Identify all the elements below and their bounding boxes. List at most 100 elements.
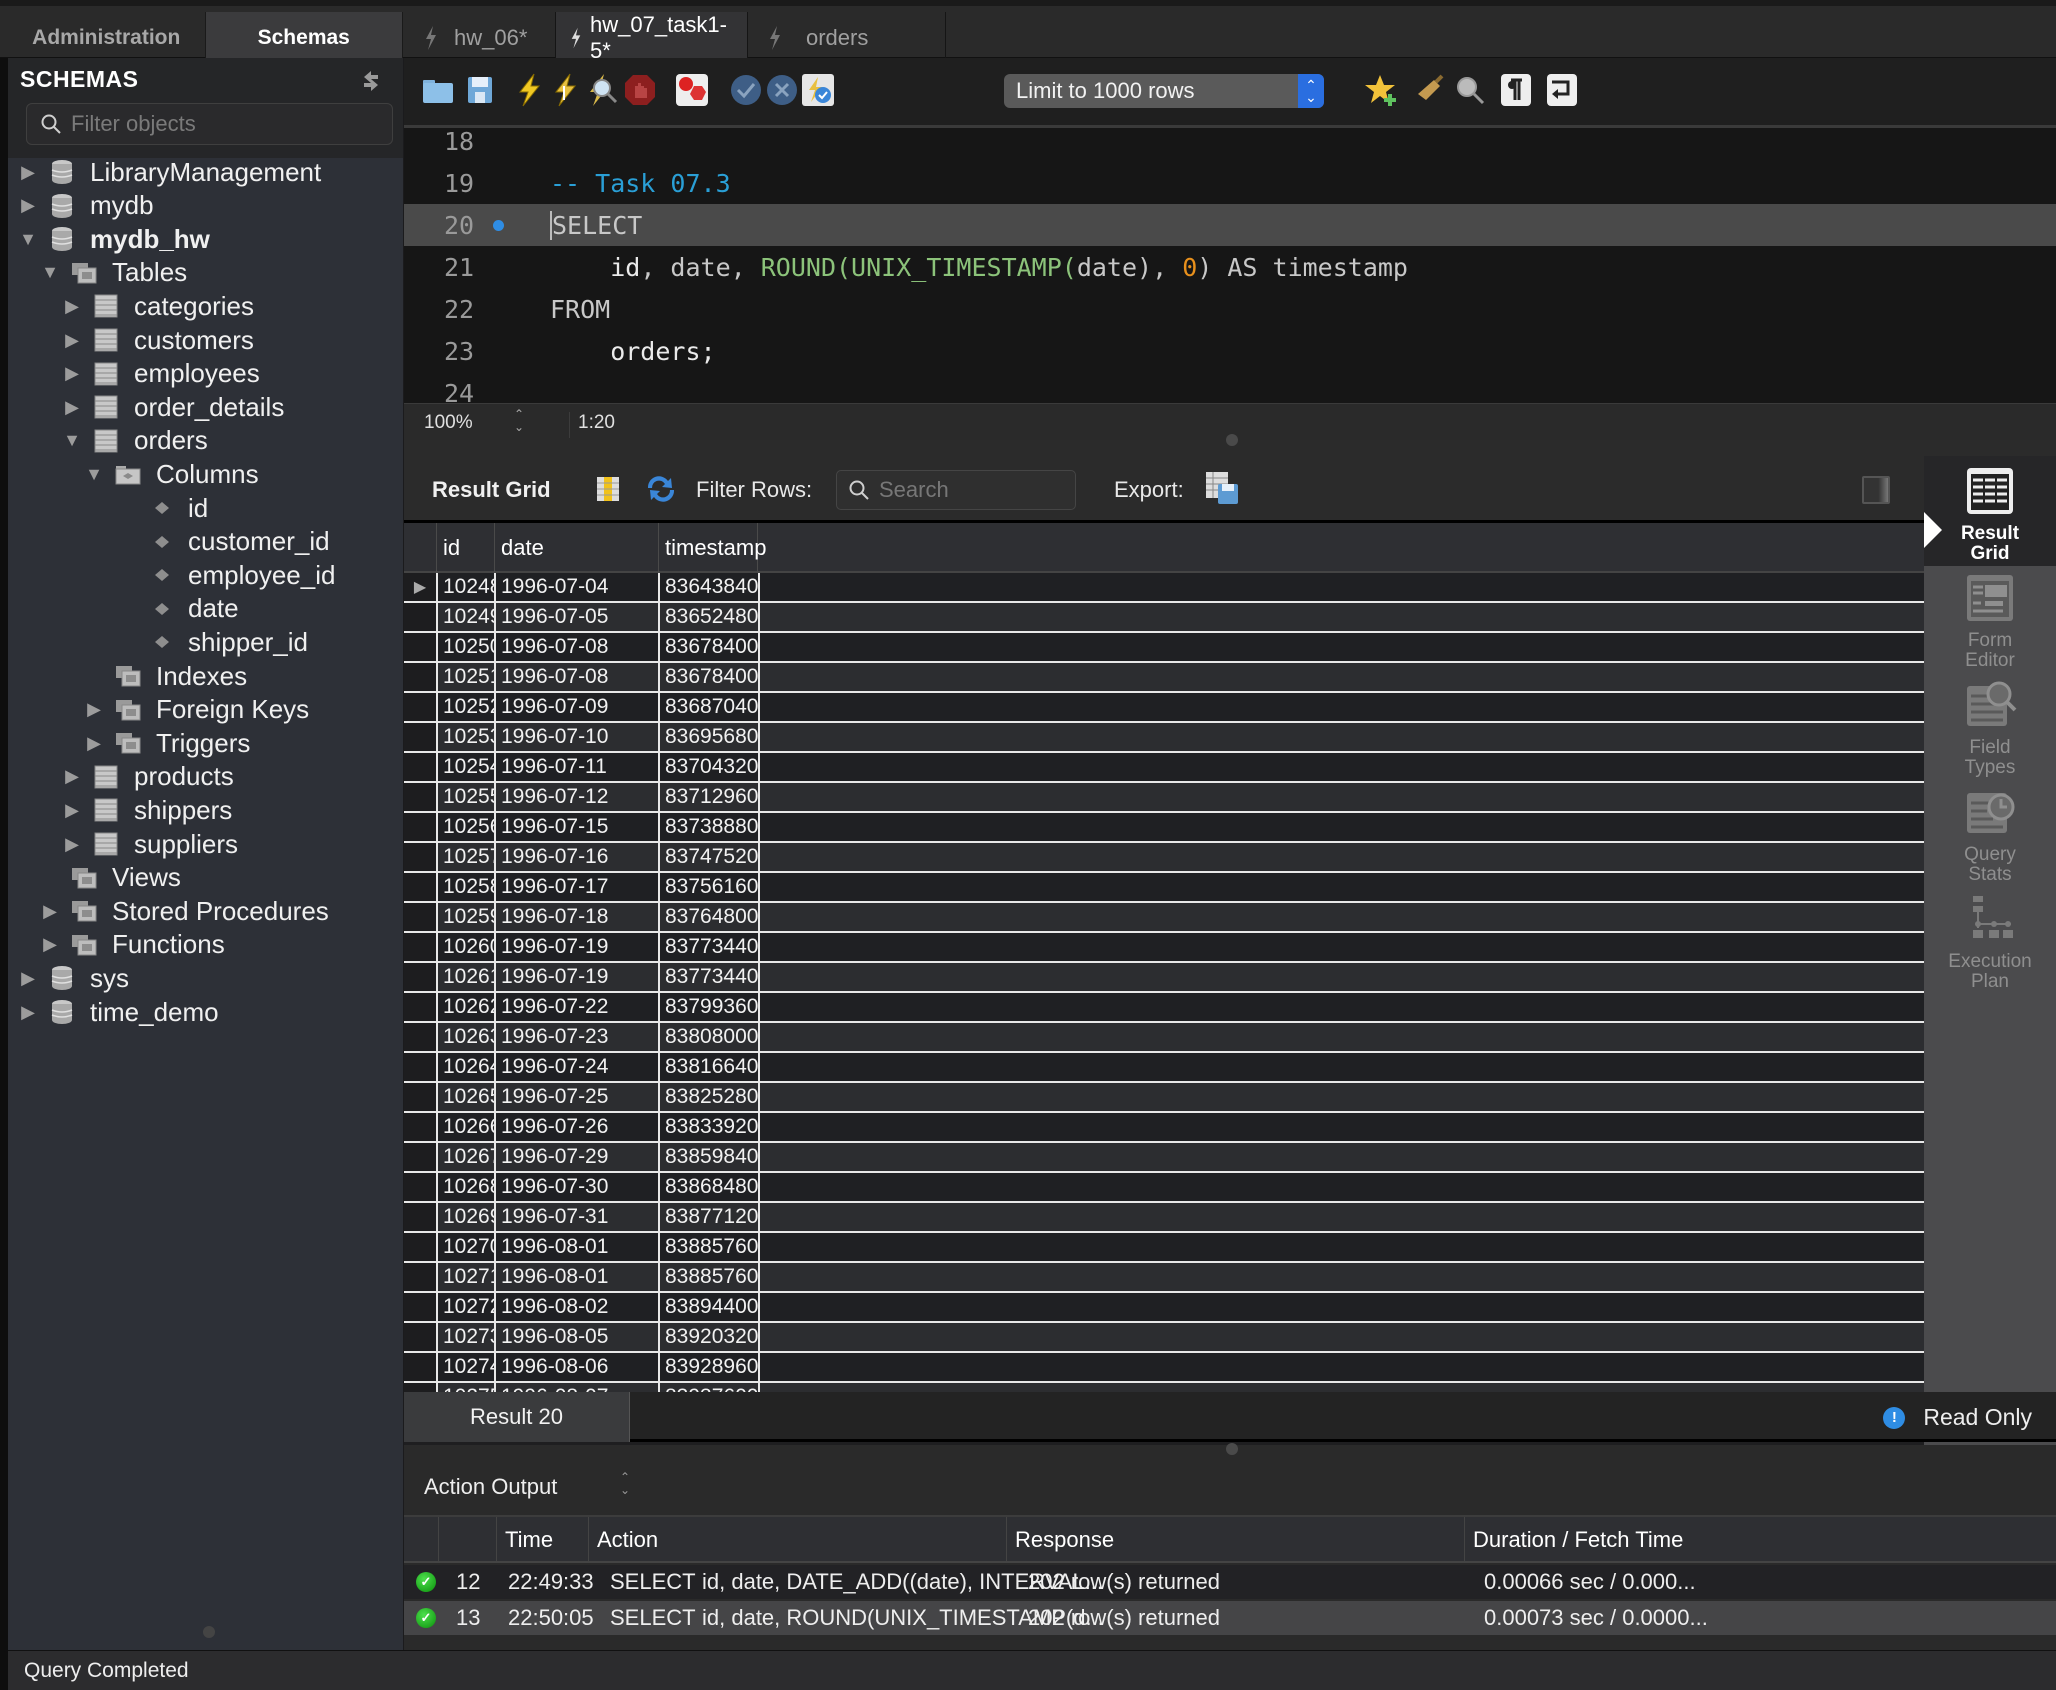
row-header[interactable]: [404, 723, 436, 751]
cell-timestamp[interactable]: 838684800: [658, 1173, 770, 1201]
table-row[interactable]: 10250 1996-07-08 836784000: [404, 633, 1924, 663]
code-line[interactable]: 18: [404, 128, 2056, 162]
cell-date[interactable]: 1996-07-18: [494, 903, 658, 931]
table-row[interactable]: 10273 1996-08-05 839203200: [404, 1323, 1924, 1353]
table-row[interactable]: 10274 1996-08-06 839289600: [404, 1353, 1924, 1383]
cell-timestamp[interactable]: 839289600: [658, 1353, 770, 1381]
rollback-icon[interactable]: [764, 72, 800, 108]
output-type-chevron-icon[interactable]: ⌃ ⌄: [620, 1471, 630, 1497]
row-header[interactable]: [404, 1323, 436, 1351]
table-row[interactable]: 10253 1996-07-10 836956800: [404, 723, 1924, 753]
row-header[interactable]: [404, 603, 436, 631]
cell-id[interactable]: 10265: [436, 1083, 501, 1111]
row-header[interactable]: [404, 993, 436, 1021]
cell-timestamp[interactable]: 838166400: [658, 1053, 770, 1081]
column-header-duration[interactable]: Duration / Fetch Time: [1464, 1517, 1764, 1563]
expand-arrow-icon[interactable]: ▶: [40, 901, 60, 921]
table-row[interactable]: 10257 1996-07-16 837475200: [404, 843, 1924, 873]
row-header[interactable]: [404, 663, 436, 691]
side-panel-field-types[interactable]: Field Types: [1924, 670, 2056, 780]
cell-timestamp[interactable]: 837734400: [658, 933, 770, 961]
column-header-time[interactable]: Time: [496, 1517, 588, 1563]
column-header-num[interactable]: [438, 1517, 496, 1563]
side-panel-result-grid[interactable]: Result Grid: [1924, 456, 2056, 566]
cell-date[interactable]: 1996-07-19: [494, 963, 658, 991]
cell-timestamp[interactable]: 836438400: [658, 573, 770, 601]
cell-timestamp[interactable]: 836524800: [658, 603, 770, 631]
filter-objects-field[interactable]: [26, 103, 393, 145]
autocommit-icon[interactable]: [800, 72, 836, 108]
result-output-splitter[interactable]: [1226, 1443, 1238, 1455]
limit-rows-select[interactable]: Limit to 1000 rows ⌃ ⌄: [1004, 74, 1324, 108]
cell-timestamp[interactable]: 838252800: [658, 1083, 770, 1111]
cell-timestamp[interactable]: 837388800: [658, 813, 770, 841]
cell-id[interactable]: 10268: [436, 1173, 501, 1201]
export-icon[interactable]: [1204, 470, 1240, 506]
cell-timestamp[interactable]: 838080000: [658, 1023, 770, 1051]
zoom-stepper[interactable]: ⌃ ⌄: [514, 408, 524, 434]
cell-date[interactable]: 1996-07-05: [494, 603, 658, 631]
cell-date[interactable]: 1996-07-12: [494, 783, 658, 811]
cell-timestamp[interactable]: 839203200: [658, 1323, 770, 1351]
cell-timestamp[interactable]: 836870400: [658, 693, 770, 721]
table-row[interactable]: 10268 1996-07-30 838684800: [404, 1173, 1924, 1203]
row-header[interactable]: [404, 1173, 436, 1201]
expand-arrow-icon[interactable]: ▶: [84, 733, 104, 753]
cell-id[interactable]: 10264: [436, 1053, 501, 1081]
cell-id[interactable]: 10273: [436, 1323, 501, 1351]
column-header-action[interactable]: Action: [588, 1517, 1006, 1563]
code-line[interactable]: 20 SELECT: [404, 204, 2056, 246]
cell-date[interactable]: 1996-07-23: [494, 1023, 658, 1051]
result-grid[interactable]: id date timestamp ▶ 10248 1996-07-04 836438…: [404, 520, 1924, 1480]
table-row[interactable]: 10255 1996-07-12 837129600: [404, 783, 1924, 813]
cell-date[interactable]: 1996-07-30: [494, 1173, 658, 1201]
stop-on-error-icon[interactable]: [674, 72, 710, 108]
code-line[interactable]: 24: [404, 372, 2056, 404]
cell-date[interactable]: 1996-07-08: [494, 633, 658, 661]
expand-arrow-icon[interactable]: ▶: [18, 195, 38, 216]
expand-arrow-icon[interactable]: ▶: [62, 834, 82, 854]
column-header-id[interactable]: id: [436, 523, 494, 573]
cell-date[interactable]: 1996-07-15: [494, 813, 658, 841]
cell-date[interactable]: 1996-07-29: [494, 1143, 658, 1171]
wrap-icon[interactable]: [1544, 72, 1580, 108]
tab-administration[interactable]: Administration: [8, 12, 206, 64]
refresh-schemas-icon[interactable]: [359, 68, 383, 92]
expand-arrow-icon[interactable]: ▶: [18, 162, 38, 182]
cell-date[interactable]: 1996-07-31: [494, 1203, 658, 1231]
cell-timestamp[interactable]: 838944000: [658, 1293, 770, 1321]
open-folder-icon[interactable]: [420, 72, 456, 108]
table-row[interactable]: 10272 1996-08-02 838944000: [404, 1293, 1924, 1323]
column-header-timestamp[interactable]: timestamp: [658, 523, 766, 573]
row-header[interactable]: [404, 963, 436, 991]
table-row[interactable]: 10270 1996-08-01 838857600: [404, 1233, 1924, 1263]
row-header[interactable]: [404, 813, 436, 841]
cell-timestamp[interactable]: 837561600: [658, 873, 770, 901]
cell-id[interactable]: 10260: [436, 933, 501, 961]
sidebar-resize-handle[interactable]: [203, 1626, 215, 1638]
cell-date[interactable]: 1996-08-01: [494, 1263, 658, 1291]
table-row[interactable]: 10271 1996-08-01 838857600: [404, 1263, 1924, 1293]
column-header-date[interactable]: date: [494, 523, 658, 573]
expand-arrow-icon[interactable]: ▶: [62, 766, 82, 787]
code-line[interactable]: 21 id, date, ROUND(UNIX_TIMESTAMP(date),…: [404, 246, 2056, 288]
filter-objects-input[interactable]: [71, 111, 371, 137]
cell-id[interactable]: 10248: [436, 573, 501, 601]
table-row[interactable]: 10256 1996-07-15 837388800: [404, 813, 1924, 843]
cell-date[interactable]: 1996-07-11: [494, 753, 658, 781]
find-icon[interactable]: [1452, 72, 1488, 108]
row-header[interactable]: [404, 1023, 436, 1051]
row-header[interactable]: [404, 1143, 436, 1171]
save-icon[interactable]: [462, 72, 498, 108]
refresh-results-icon[interactable]: [644, 474, 678, 504]
column-header-response[interactable]: Response: [1006, 1517, 1464, 1563]
filter-rows-input[interactable]: [879, 477, 1059, 503]
sql-editor[interactable]: 18 19 -- Task 07.3 20 SELECT 21 id, date, ROU…: [404, 128, 2056, 403]
cell-date[interactable]: 1996-07-17: [494, 873, 658, 901]
row-header[interactable]: [404, 933, 436, 961]
cell-id[interactable]: 10257: [436, 843, 501, 871]
cell-date[interactable]: 1996-08-02: [494, 1293, 658, 1321]
table-row[interactable]: 10266 1996-07-26 838339200: [404, 1113, 1924, 1143]
cell-id[interactable]: 10269: [436, 1203, 501, 1231]
table-row[interactable]: 10264 1996-07-24 838166400: [404, 1053, 1924, 1083]
